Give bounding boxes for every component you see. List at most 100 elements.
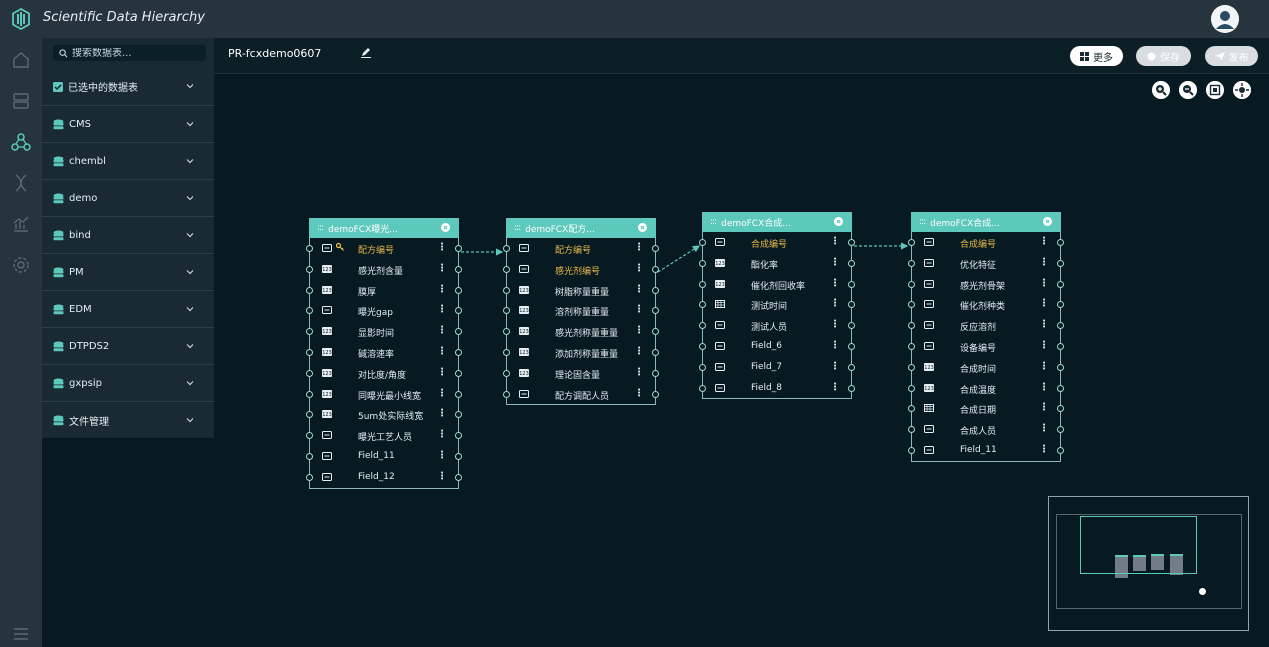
right-connector-port[interactable]: [848, 342, 855, 350]
search-box[interactable]: [53, 45, 206, 61]
right-connector-port[interactable]: [652, 286, 659, 294]
left-connector-port[interactable]: [699, 239, 706, 246]
field-row[interactable]: 感光剂编号 ⋮: [503, 259, 659, 280]
hierarchy-icon[interactable]: [11, 132, 31, 152]
more-vertical-icon[interactable]: ⋮: [437, 242, 447, 253]
field-row[interactable]: Field_8 ⋮: [699, 378, 855, 399]
drag-handle-icon[interactable]: :::: [317, 223, 324, 233]
field-row[interactable]: 催化剂种类 ⋮: [908, 294, 1064, 315]
right-connector-port[interactable]: [848, 259, 855, 267]
more-vertical-icon[interactable]: ⋮: [634, 263, 644, 274]
right-connector-port[interactable]: [652, 369, 659, 377]
left-connector-port[interactable]: [699, 322, 706, 330]
field-row[interactable]: 优化特征 ⋮: [908, 253, 1064, 274]
field-row[interactable]: 123 理论固含量 ⋮: [503, 363, 659, 384]
more-vertical-icon[interactable]: ⋮: [437, 408, 447, 419]
more-vertical-icon[interactable]: ⋮: [1039, 423, 1049, 434]
right-connector-port[interactable]: [848, 280, 855, 288]
left-connector-port[interactable]: [503, 369, 510, 377]
left-connector-port[interactable]: [503, 390, 510, 398]
left-connector-port[interactable]: [503, 286, 510, 294]
close-icon[interactable]: [638, 223, 647, 232]
more-vertical-icon[interactable]: ⋮: [437, 263, 447, 274]
minimap-viewport[interactable]: [1080, 516, 1197, 574]
more-vertical-icon[interactable]: ⋮: [830, 278, 840, 289]
field-row[interactable]: 123 5um处实际线宽 ⋮: [306, 404, 462, 425]
search-input[interactable]: [72, 47, 202, 59]
more-vertical-icon[interactable]: ⋮: [1039, 361, 1049, 372]
more-vertical-icon[interactable]: ⋮: [830, 319, 840, 330]
right-connector-port[interactable]: [848, 363, 855, 371]
field-row[interactable]: 123 树脂称量重量 ⋮: [503, 280, 659, 301]
field-row[interactable]: Field_11 ⋮: [908, 440, 1064, 461]
more-vertical-icon[interactable]: ⋮: [1039, 382, 1049, 393]
field-row[interactable]: 合成日期 ⋮: [908, 398, 1064, 419]
sidebar-item-9[interactable]: 文件管理: [42, 401, 214, 438]
right-connector-port[interactable]: [455, 265, 462, 273]
right-connector-port[interactable]: [848, 239, 855, 246]
left-connector-port[interactable]: [699, 259, 706, 267]
left-connector-port[interactable]: [306, 411, 313, 419]
field-row[interactable]: 123 显影时间 ⋮: [306, 321, 462, 342]
right-connector-port[interactable]: [652, 390, 659, 398]
left-connector-port[interactable]: [908, 301, 915, 309]
right-connector-port[interactable]: [455, 245, 462, 252]
minimap[interactable]: [1048, 496, 1249, 631]
left-connector-port[interactable]: [306, 432, 313, 440]
field-row[interactable]: 曝光工艺人员 ⋮: [306, 425, 462, 446]
left-connector-port[interactable]: [503, 307, 510, 315]
field-row[interactable]: 123 合成温度 ⋮: [908, 378, 1064, 399]
right-connector-port[interactable]: [455, 348, 462, 356]
field-row[interactable]: 123 对比度/角度 ⋮: [306, 363, 462, 384]
field-row[interactable]: 123 添加剂称量重量 ⋮: [503, 342, 659, 363]
table-card-header[interactable]: ::: demoFCX合成...: [911, 212, 1061, 232]
left-connector-port[interactable]: [699, 342, 706, 350]
left-connector-port[interactable]: [908, 239, 915, 246]
zoom-in-icon[interactable]: [1152, 81, 1170, 99]
right-connector-port[interactable]: [652, 265, 659, 273]
more-vertical-icon[interactable]: ⋮: [437, 450, 447, 461]
left-connector-port[interactable]: [908, 342, 915, 350]
menu-icon[interactable]: [11, 624, 31, 644]
zoom-out-icon[interactable]: [1179, 81, 1197, 99]
left-connector-port[interactable]: [306, 390, 313, 398]
sidebar-item-5[interactable]: PM: [42, 253, 214, 290]
field-row[interactable]: Field_7 ⋮: [699, 357, 855, 378]
left-connector-port[interactable]: [306, 328, 313, 336]
field-row[interactable]: 配方调配人员 ⋮: [503, 384, 659, 405]
right-connector-port[interactable]: [455, 452, 462, 460]
more-vertical-icon[interactable]: ⋮: [634, 325, 644, 336]
fit-view-icon[interactable]: [1206, 81, 1224, 99]
more-vertical-icon[interactable]: ⋮: [634, 304, 644, 315]
chevron-down-icon[interactable]: [186, 120, 194, 128]
more-vertical-icon[interactable]: ⋮: [830, 236, 840, 247]
left-connector-port[interactable]: [908, 405, 915, 413]
right-connector-port[interactable]: [455, 390, 462, 398]
more-vertical-icon[interactable]: ⋮: [437, 304, 447, 315]
more-vertical-icon[interactable]: ⋮: [830, 298, 840, 309]
field-row[interactable]: 123 溶剂称量重量 ⋮: [503, 300, 659, 321]
right-connector-port[interactable]: [1057, 384, 1064, 392]
field-row[interactable]: 配方编号 ⋮: [503, 238, 659, 259]
field-row[interactable]: Field_6 ⋮: [699, 336, 855, 357]
more-vertical-icon[interactable]: ⋮: [634, 367, 644, 378]
checkbox-icon[interactable]: [53, 81, 63, 92]
left-connector-port[interactable]: [503, 265, 510, 273]
left-connector-port[interactable]: [908, 280, 915, 288]
left-connector-port[interactable]: [306, 369, 313, 377]
field-row[interactable]: Field_12 ⋮: [306, 467, 462, 488]
field-row[interactable]: 感光剂骨架 ⋮: [908, 274, 1064, 295]
drag-handle-icon[interactable]: :::: [514, 223, 521, 233]
table-card-0[interactable]: ::: demoFCX曝光... 配方编号 ⋮ 123 感光剂含量 ⋮ 123 膜厚 ⋮ 曝光gap…: [306, 218, 462, 489]
sidebar-item-8[interactable]: gxpsip: [42, 364, 214, 401]
left-connector-port[interactable]: [306, 245, 313, 252]
chevron-down-icon[interactable]: [186, 268, 194, 276]
more-vertical-icon[interactable]: ⋮: [830, 340, 840, 351]
right-connector-port[interactable]: [455, 369, 462, 377]
field-row[interactable]: 123 感光剂称量重量 ⋮: [503, 321, 659, 342]
more-vertical-icon[interactable]: ⋮: [437, 388, 447, 399]
more-vertical-icon[interactable]: ⋮: [830, 382, 840, 393]
auto-layout-icon[interactable]: [1233, 81, 1251, 99]
table-card-2[interactable]: ::: demoFCX合成... 合成编号 ⋮ 123 酯化率 ⋮ 123 催化剂回收率 ⋮ 测试时…: [699, 212, 855, 400]
more-vertical-icon[interactable]: ⋮: [1039, 298, 1049, 309]
